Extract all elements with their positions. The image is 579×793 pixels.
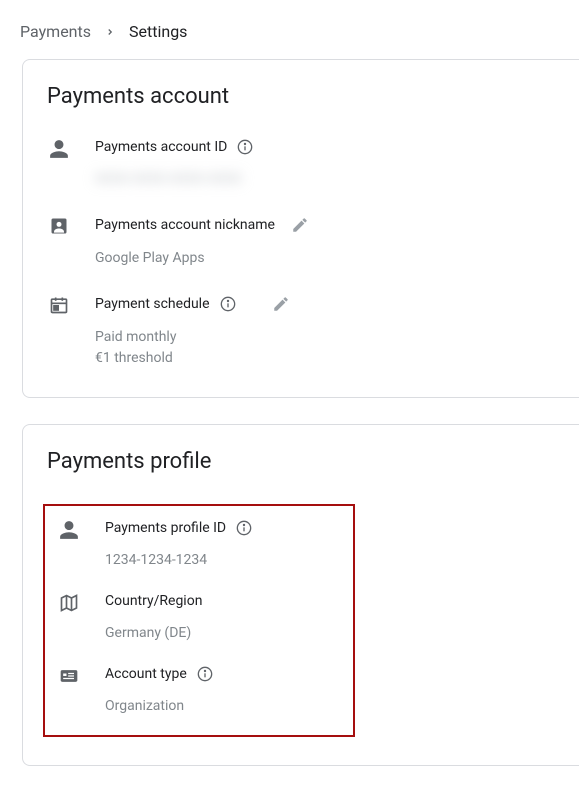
account-nickname-value: Google Play Apps xyxy=(95,248,555,269)
info-icon[interactable] xyxy=(220,296,236,312)
account-type-value: Organization xyxy=(105,696,341,717)
profile-id-value: 1234-1234-1234 xyxy=(105,550,341,571)
country-region-label: Country/Region xyxy=(105,593,202,609)
profile-highlight-box: Payments profile ID 1234-1234-1234 Count… xyxy=(43,504,355,737)
account-id-row: Payments account ID 0000-0000-0000-0000 xyxy=(47,139,555,216)
info-icon[interactable] xyxy=(237,139,253,155)
schedule-line-1: Paid monthly xyxy=(95,327,555,348)
edit-icon[interactable] xyxy=(291,216,309,234)
account-nickname-label: Payments account nickname xyxy=(95,217,275,233)
map-icon xyxy=(57,591,81,615)
edit-icon[interactable] xyxy=(272,295,290,313)
calendar-icon xyxy=(47,293,71,317)
account-type-row: Account type Organization xyxy=(57,666,341,723)
payments-account-title: Payments account xyxy=(47,84,555,109)
schedule-line-2: €1 threshold xyxy=(95,348,555,369)
badge-icon xyxy=(47,214,71,238)
payments-profile-card: Payments profile Payments profile ID 123… xyxy=(22,424,579,766)
payments-account-card: Payments account Payments account ID 000… xyxy=(22,59,579,398)
payment-schedule-label: Payment schedule xyxy=(95,296,210,312)
account-id-value: 0000-0000-0000-0000 xyxy=(95,169,555,190)
account-id-label: Payments account ID xyxy=(95,139,227,155)
country-region-value: Germany (DE) xyxy=(105,623,341,644)
card-icon xyxy=(57,664,81,688)
person-icon xyxy=(57,518,81,542)
country-region-row: Country/Region Germany (DE) xyxy=(57,593,341,666)
payment-schedule-row: Payment schedule Paid monthly €1 thresho… xyxy=(47,295,555,369)
person-icon xyxy=(47,137,71,161)
chevron-right-icon xyxy=(105,27,115,37)
breadcrumb-current: Settings xyxy=(129,22,187,41)
info-icon[interactable] xyxy=(197,666,213,682)
payment-schedule-value: Paid monthly €1 threshold xyxy=(95,327,555,369)
profile-id-label: Payments profile ID xyxy=(105,520,226,536)
profile-id-row: Payments profile ID 1234-1234-1234 xyxy=(57,520,341,593)
account-type-label: Account type xyxy=(105,666,187,682)
info-icon[interactable] xyxy=(236,520,252,536)
breadcrumb: Payments Settings xyxy=(0,0,579,59)
payments-profile-title: Payments profile xyxy=(47,449,555,474)
breadcrumb-parent[interactable]: Payments xyxy=(20,22,91,41)
account-nickname-row: Payments account nickname Google Play Ap… xyxy=(47,216,555,295)
